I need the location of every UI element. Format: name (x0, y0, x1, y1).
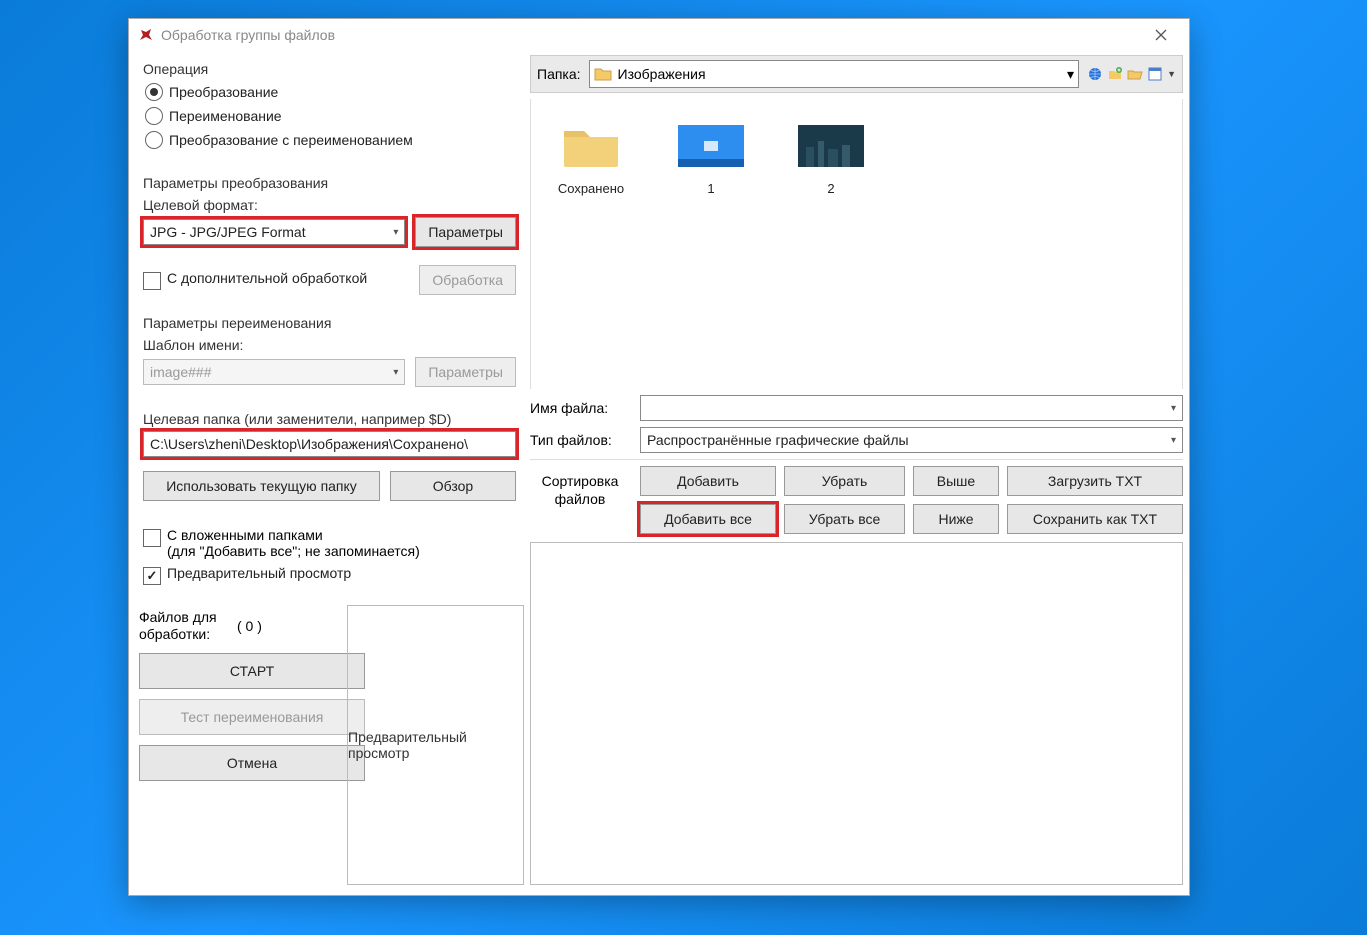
add-button[interactable]: Добавить (640, 466, 776, 496)
window-title: Обработка группы файлов (161, 27, 335, 43)
browse-button[interactable]: Обзор (390, 471, 516, 501)
load-txt-button[interactable]: Загрузить TXT (1007, 466, 1183, 496)
chevron-down-icon: ▾ (393, 227, 398, 238)
radio-icon (145, 131, 163, 149)
subfolders-checkbox[interactable] (143, 529, 161, 547)
app-icon (137, 26, 155, 44)
titlebar[interactable]: Обработка группы файлов (129, 19, 1189, 51)
target-format-label: Целевой формат: (143, 197, 516, 213)
target-folder-input[interactable]: C:\Users\zheni\Desktop\Изображения\Сохра… (143, 431, 516, 457)
file-item-image-1[interactable]: 1 (671, 119, 751, 196)
image-thumbnail-icon (796, 119, 866, 173)
radio-convert-rename[interactable]: Преобразование с переименованием (145, 131, 516, 149)
folder-label: Папка: (537, 66, 581, 82)
web-icon[interactable] (1087, 66, 1103, 82)
filename-label: Имя файла: (530, 400, 630, 416)
operation-group: Операция Преобразование Переименование П… (135, 55, 524, 165)
options-group: С вложенными папками (для "Добавить все"… (135, 515, 524, 601)
format-params-button[interactable]: Параметры (415, 217, 516, 247)
folder-icon (594, 66, 612, 82)
processing-button: Обработка (419, 265, 516, 295)
operation-label: Операция (143, 61, 516, 77)
chevron-down-icon: ▾ (1171, 403, 1176, 414)
file-item-image-2[interactable]: 2 (791, 119, 871, 196)
files-count-label: Файлов для обработки: (139, 609, 229, 643)
name-template-input: image### ▾ (143, 359, 405, 385)
file-browser: Сохранено 1 (530, 99, 1183, 389)
sort-label: Сортировка файлов (530, 466, 630, 534)
start-button[interactable]: СТАРТ (139, 653, 365, 689)
rename-params-button: Параметры (415, 357, 516, 387)
chevron-down-icon: ▾ (1067, 66, 1074, 83)
test-rename-button: Тест переименования (139, 699, 365, 735)
save-txt-button[interactable]: Сохранить как TXT (1007, 504, 1183, 534)
move-up-button[interactable]: Выше (913, 466, 999, 496)
chevron-down-icon: ▾ (393, 367, 398, 378)
move-down-button[interactable]: Ниже (913, 504, 999, 534)
template-label: Шаблон имени: (143, 337, 516, 353)
close-button[interactable] (1141, 21, 1181, 49)
folder-icon (556, 119, 626, 173)
filetype-label: Тип файлов: (530, 432, 630, 448)
cancel-button[interactable]: Отмена (139, 745, 365, 781)
convert-group: Параметры преобразования Целевой формат:… (135, 169, 524, 305)
use-current-folder-button[interactable]: Использовать текущую папку (143, 471, 380, 501)
remove-all-button[interactable]: Убрать все (784, 504, 905, 534)
target-folder-group: Целевая папка (или заменители, например … (135, 401, 524, 511)
preview-pane: Предварительный просмотр (347, 605, 524, 885)
filename-input[interactable]: ▾ (640, 395, 1183, 421)
radio-convert[interactable]: Преобразование (145, 83, 516, 101)
file-item-folder[interactable]: Сохранено (551, 119, 631, 196)
files-count: ( 0 ) (237, 618, 262, 634)
target-folder-label: Целевая папка (или заменители, например … (143, 411, 516, 427)
radio-icon (145, 83, 163, 101)
open-folder-icon[interactable] (1127, 66, 1143, 82)
remove-button[interactable]: Убрать (784, 466, 905, 496)
radio-rename[interactable]: Переименование (145, 107, 516, 125)
file-list[interactable] (530, 542, 1183, 885)
rename-group: Параметры переименования Шаблон имени: i… (135, 309, 524, 397)
folder-select[interactable]: Изображения ▾ (589, 60, 1080, 88)
preview-checkbox[interactable] (143, 567, 161, 585)
add-all-button[interactable]: Добавить все (640, 504, 776, 534)
target-format-select[interactable]: JPG - JPG/JPEG Format ▾ (143, 219, 405, 245)
convert-label: Параметры преобразования (143, 175, 516, 191)
filetype-select[interactable]: Распространённые графические файлы ▾ (640, 427, 1183, 453)
batch-dialog: Обработка группы файлов Операция Преобра… (128, 18, 1190, 896)
chevron-down-icon[interactable]: ▼ (1167, 69, 1176, 79)
extra-processing-checkbox[interactable] (143, 272, 161, 290)
new-folder-icon[interactable] (1107, 66, 1123, 82)
image-thumbnail-icon (676, 119, 746, 173)
folder-bar: Папка: Изображения ▾ ▼ (530, 55, 1183, 93)
radio-icon (145, 107, 163, 125)
rename-label: Параметры переименования (143, 315, 516, 331)
view-mode-icon[interactable] (1147, 66, 1163, 82)
chevron-down-icon: ▾ (1171, 435, 1176, 446)
